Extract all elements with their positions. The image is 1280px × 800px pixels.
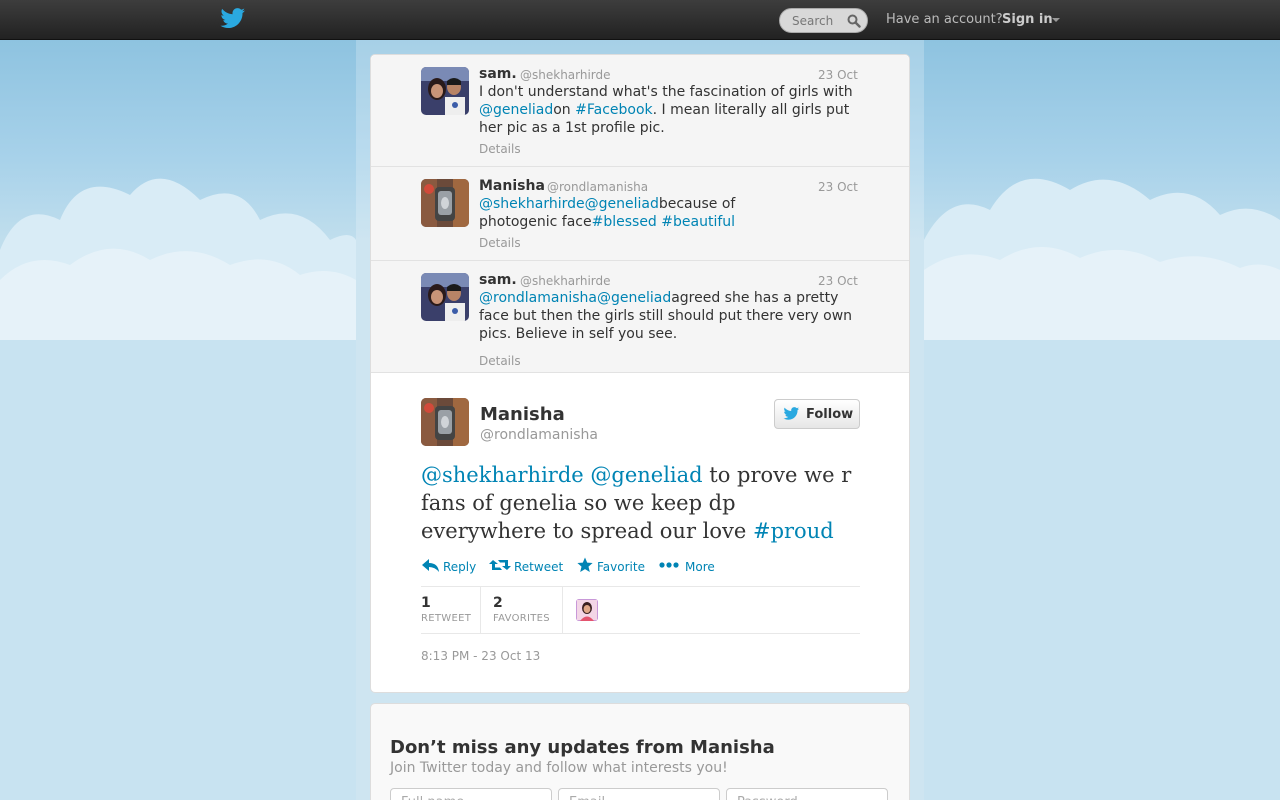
more-action[interactable]: More — [659, 557, 719, 574]
search-icon[interactable] — [847, 14, 861, 28]
signup-prompt-card: Don’t miss any updates from Manisha Join… — [370, 703, 910, 800]
retweet-icon — [489, 560, 511, 570]
conversation-tweet[interactable]: sam. @shekharhirde 23 Oct I don't unders… — [371, 55, 909, 167]
mention-link[interactable]: @shekharhirde — [479, 196, 585, 212]
tweet-text: @rondlamanisha@geneliadagreed she has a … — [479, 290, 853, 342]
hashtag-link[interactable]: #Facebook — [575, 102, 653, 118]
retweet-action[interactable]: Retweet — [489, 557, 565, 574]
signup-title: Don’t miss any updates from Manisha — [390, 737, 775, 758]
sign-in-link[interactable]: Sign in — [1002, 12, 1053, 27]
permalink-author-handle[interactable]: @rondlamanisha — [480, 427, 598, 443]
mention-link[interactable]: @geneliad — [590, 463, 702, 487]
tweet-author-handle[interactable]: @rondlamanisha — [547, 180, 648, 194]
signup-subtitle: Join Twitter today and follow what inter… — [390, 760, 728, 776]
favorite-label: Favorite — [597, 560, 645, 574]
reply-icon — [422, 559, 439, 572]
hashtag-link[interactable]: #proud — [753, 519, 834, 543]
tweet-text: I don't understand what's the fascinatio… — [479, 84, 853, 136]
mention-link[interactable]: @geneliad — [585, 196, 659, 212]
permalink-tweet-text: @shekharhirde @geneliad to prove we r fa… — [421, 463, 852, 543]
mention-link[interactable]: @geneliad — [479, 102, 553, 118]
retweet-count-label: RETWEET — [421, 613, 472, 624]
stats-divider — [562, 587, 563, 634]
more-label: More — [685, 560, 715, 574]
email-field[interactable]: Email — [558, 788, 720, 800]
details-link[interactable]: Details — [479, 236, 521, 250]
mention-link[interactable]: @rondlamanisha — [479, 290, 597, 306]
more-dots-icon — [659, 562, 679, 568]
avatar[interactable] — [421, 179, 469, 227]
tweet-date[interactable]: 23 Oct — [818, 180, 858, 194]
mention-link[interactable]: @shekharhirde — [421, 463, 584, 487]
twitter-bird-icon[interactable] — [220, 8, 246, 30]
favorite-count[interactable]: 2 — [493, 595, 503, 611]
tweet-permalink-card: sam. @shekharhirde 23 Oct I don't unders… — [370, 54, 910, 693]
tweet-author-handle[interactable]: @shekharhirde — [520, 68, 611, 82]
permalink-avatar[interactable] — [421, 398, 469, 446]
hashtag-link[interactable]: #beautiful — [661, 214, 735, 230]
reply-label: Reply — [443, 560, 477, 574]
tweet-author-name[interactable]: sam. — [479, 66, 517, 82]
follow-button-label: Follow — [806, 407, 854, 422]
details-link[interactable]: Details — [479, 354, 521, 368]
password-field[interactable]: Password — [726, 788, 888, 800]
conversation-tweet[interactable]: Manisha @rondlamanisha 23 Oct @shekharhi… — [371, 167, 909, 261]
avatar[interactable] — [421, 67, 469, 115]
tweet-author-name[interactable]: Manisha — [479, 178, 545, 194]
tweet-author-handle[interactable]: @shekharhirde — [520, 274, 611, 288]
search-input[interactable]: Search — [792, 14, 833, 28]
chevron-down-icon[interactable] — [1052, 18, 1060, 22]
favorite-action[interactable]: Favorite — [577, 557, 647, 574]
twitter-bird-icon — [783, 407, 800, 420]
stats-divider — [480, 587, 481, 634]
tweet-timestamp[interactable]: 8:13 PM - 23 Oct 13 — [421, 649, 540, 663]
tweet-author-name[interactable]: sam. — [479, 272, 517, 288]
follow-button[interactable]: Follow — [774, 399, 860, 429]
mention-link[interactable]: @geneliad — [597, 290, 671, 306]
tweet-date[interactable]: 23 Oct — [818, 68, 858, 82]
top-navigation-bar: Search Have an account? Sign in — [0, 0, 1280, 40]
hashtag-link[interactable]: #blessed — [592, 214, 657, 230]
have-account-text: Have an account? — [886, 12, 1003, 27]
search-box[interactable]: Search — [779, 8, 868, 33]
permalink-author-name[interactable]: Manisha — [480, 404, 565, 425]
favorite-count-label: FAVORITES — [493, 613, 550, 624]
favoriter-avatar[interactable] — [576, 599, 598, 621]
details-link[interactable]: Details — [479, 142, 521, 156]
conversation-tweet[interactable]: sam. @shekharhirde 23 Oct @rondlamanisha… — [371, 261, 909, 373]
tweet-text: @shekharhirde@geneliadbecause of photoge… — [479, 196, 736, 230]
reply-action[interactable]: Reply — [421, 557, 477, 574]
tweet-stats: 1 RETWEET 2 FAVORITES — [421, 586, 860, 634]
retweet-count[interactable]: 1 — [421, 595, 431, 611]
favorite-star-icon — [577, 557, 593, 572]
tweet-date[interactable]: 23 Oct — [818, 274, 858, 288]
full-name-field[interactable]: Full name — [390, 788, 552, 800]
avatar[interactable] — [421, 273, 469, 321]
retweet-label: Retweet — [514, 560, 564, 574]
